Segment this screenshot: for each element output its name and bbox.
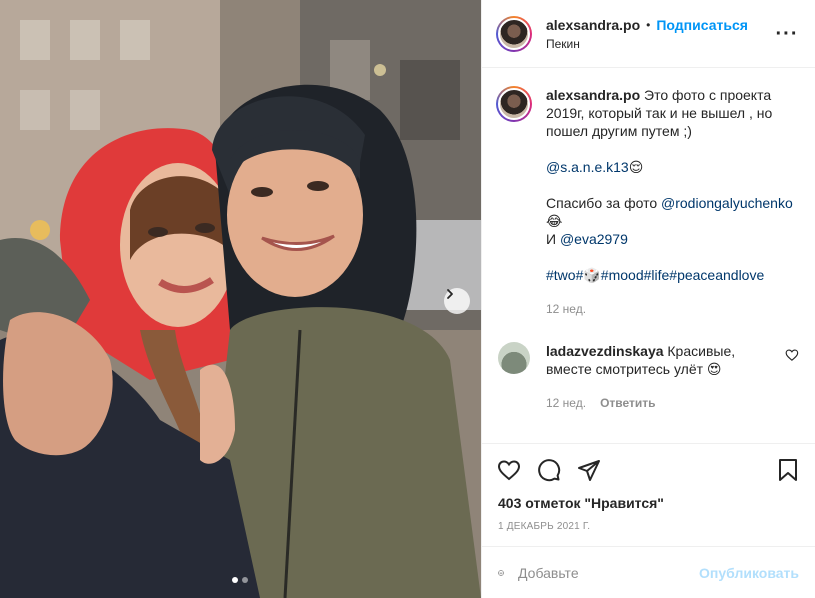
caption-thanks-text: Спасибо за фото (546, 195, 662, 211)
post-caption: alexsandra.po Это фото с проекта 2019г, … (496, 86, 799, 318)
post-photo[interactable] (0, 0, 481, 598)
comment-button[interactable] (536, 457, 562, 483)
post-date[interactable]: 1 ДЕКАБРЬ 2021 Г. (482, 521, 815, 532)
caption-and-text: И (546, 231, 560, 247)
carousel-next-button[interactable] (444, 288, 470, 314)
instagram-post: alexsandra.po • Подписаться Пекин ··· al… (0, 0, 815, 598)
comment-input[interactable] (518, 564, 700, 581)
paper-plane-icon (578, 459, 600, 481)
comment-item: ladazvezdinskaya Красивые, вместе смотри… (496, 342, 799, 412)
caption-username[interactable]: alexsandra.po (546, 87, 640, 103)
publish-button[interactable]: Опубликовать (699, 565, 799, 581)
carousel-dot-active (232, 577, 238, 583)
hashtag-link[interactable]: #mood#life#peaceandlove (601, 267, 764, 283)
comment-like-icon[interactable] (785, 348, 799, 362)
carousel-dot (242, 577, 248, 583)
more-options-icon[interactable]: ··· (775, 24, 799, 44)
emoji-dice: 🎲 (583, 267, 601, 283)
share-button[interactable] (576, 457, 602, 483)
caption-meta: 12 нед. (546, 300, 796, 318)
caption-time[interactable]: 12 нед. (546, 300, 586, 318)
emoji-heart-eyes: 😍 (706, 361, 722, 377)
comment-meta: 12 нед. Ответить (546, 394, 779, 412)
commenter-username[interactable]: ladazvezdinskaya (546, 343, 664, 359)
follow-button[interactable]: Подписаться (656, 17, 748, 33)
author-username[interactable]: alexsandra.po (546, 17, 640, 33)
add-comment-bar: Опубликовать (482, 546, 815, 598)
mention-link[interactable]: @rodiongalyuchenko (661, 195, 793, 211)
save-button[interactable] (775, 457, 801, 483)
carousel-indicator (232, 577, 248, 583)
separator-dot: • (646, 17, 651, 32)
comment-bubble-icon (538, 458, 561, 481)
caption-avatar[interactable] (496, 86, 532, 122)
reply-button[interactable]: Ответить (600, 394, 655, 412)
commenter-avatar[interactable] (498, 342, 530, 374)
mention-link[interactable]: @eva2979 (560, 231, 628, 247)
chevron-right-icon (447, 289, 453, 299)
comment-body: ladazvezdinskaya Красивые, вместе смотри… (546, 342, 779, 412)
action-bar (482, 443, 815, 495)
mention-link[interactable]: @s.a.n.e.k13 (546, 159, 629, 175)
post-header: alexsandra.po • Подписаться Пекин ··· (482, 0, 815, 68)
photo-illustration (0, 0, 481, 598)
like-button[interactable] (496, 457, 522, 483)
heart-icon (497, 459, 521, 480)
post-side-panel: alexsandra.po • Подписаться Пекин ··· al… (481, 0, 815, 598)
author-info: alexsandra.po • Подписаться Пекин (546, 17, 775, 51)
likes-count[interactable]: 403 отметок "Нравится" (482, 495, 815, 511)
emoji-picker-icon[interactable] (498, 560, 504, 586)
post-location[interactable]: Пекин (546, 37, 775, 51)
bookmark-icon (779, 458, 797, 481)
emoji-relieved: 😌 (628, 159, 644, 175)
comments-list: alexsandra.po Это фото с проекта 2019г, … (482, 68, 815, 443)
comment-time[interactable]: 12 нед. (546, 394, 586, 412)
hashtag-link[interactable]: #two# (546, 267, 583, 283)
author-avatar[interactable] (496, 15, 532, 52)
emoji-laughing: 😂 (546, 213, 563, 229)
caption-body: alexsandra.po Это фото с проекта 2019г, … (546, 86, 796, 318)
